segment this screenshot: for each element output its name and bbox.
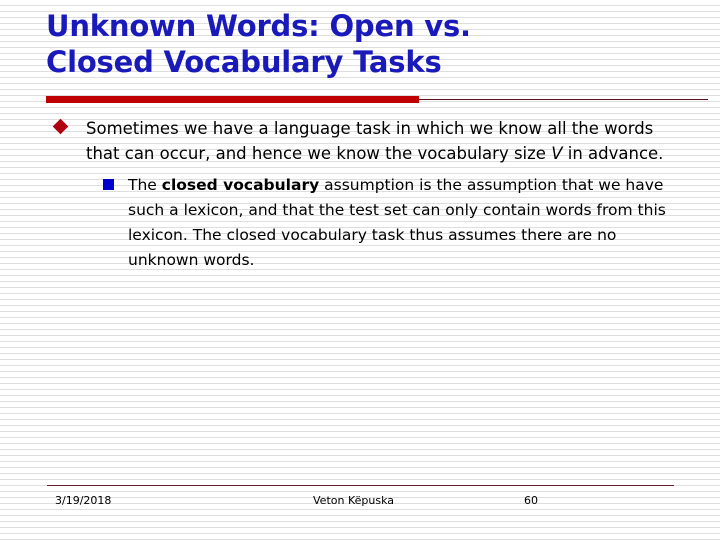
bullet-level2-text-part1: The bbox=[128, 176, 162, 194]
footer-date: 3/19/2018 bbox=[55, 494, 112, 507]
bullet-level2: The closed vocabulary assumption is the … bbox=[46, 173, 686, 273]
slide-footer: 3/19/2018 Veton Këpuska 60 bbox=[0, 494, 720, 510]
bullet-level1-text: Sometimes we have a language task in whi… bbox=[86, 116, 686, 166]
footer-page-number: 60 bbox=[524, 494, 538, 507]
footer-divider bbox=[47, 485, 674, 486]
page-title: Unknown Words: Open vs. Closed Vocabular… bbox=[46, 9, 471, 79]
square-bullet-icon bbox=[103, 179, 114, 190]
bullet-level1-text-italic: V bbox=[551, 144, 563, 163]
footer-author: Veton Këpuska bbox=[313, 494, 394, 507]
title-block: Unknown Words: Open vs. Closed Vocabular… bbox=[46, 8, 686, 80]
diamond-bullet-icon bbox=[52, 118, 69, 135]
slide-canvas: Unknown Words: Open vs. Closed Vocabular… bbox=[0, 0, 720, 540]
bullet-level2-text: The closed vocabulary assumption is the … bbox=[128, 173, 686, 273]
title-divider-red-bar bbox=[46, 96, 419, 103]
title-divider bbox=[46, 96, 708, 103]
bullet-level1: Sometimes we have a language task in whi… bbox=[46, 116, 686, 166]
bullet-level1-text-part2: in advance. bbox=[562, 144, 664, 163]
slide-body: Sometimes we have a language task in whi… bbox=[46, 116, 686, 273]
bullet-level2-text-bold: closed vocabulary bbox=[161, 176, 320, 194]
